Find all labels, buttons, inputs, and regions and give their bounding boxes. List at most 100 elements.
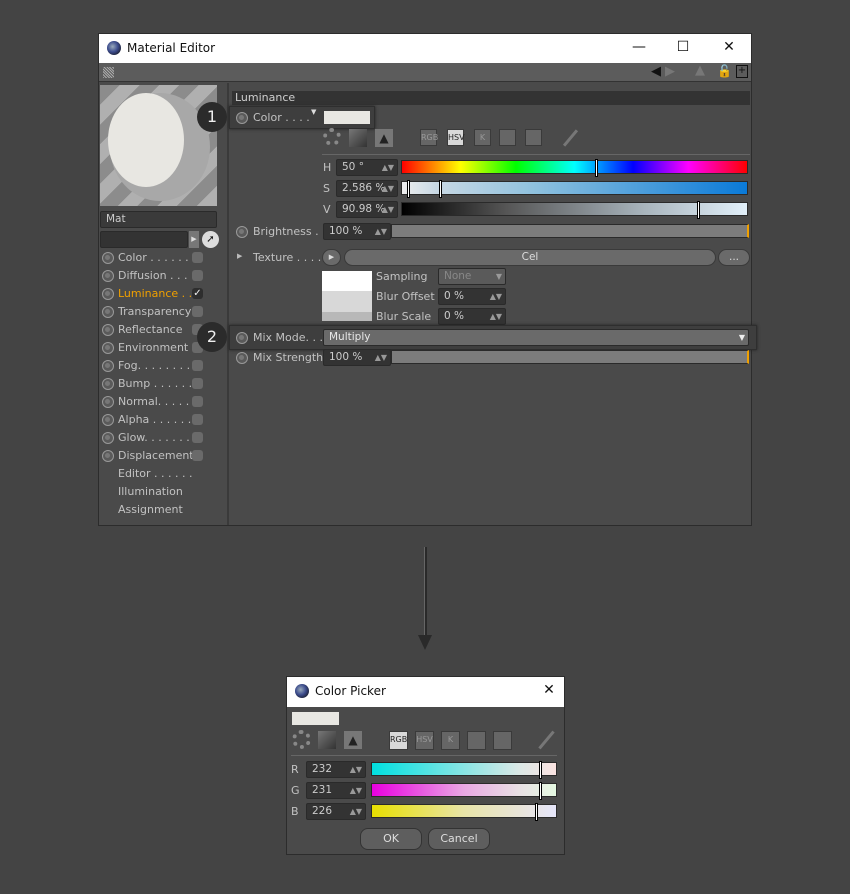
red-slider[interactable] <box>371 761 557 779</box>
channel-item[interactable]: Bump . . . . . . <box>118 377 192 390</box>
hue-slider[interactable] <box>401 159 748 177</box>
color-animate-radio[interactable] <box>236 112 248 124</box>
channel-animate-radio[interactable] <box>102 270 114 282</box>
spinner-icon[interactable]: ▲▼ <box>490 289 502 304</box>
close-button[interactable]: ✕ <box>539 682 559 698</box>
swatches-icon[interactable] <box>525 129 542 146</box>
image-picker-icon[interactable]: ▲ <box>344 731 362 749</box>
channel-item[interactable]: Displacement <box>118 449 194 462</box>
color-wheel-icon[interactable] <box>292 730 311 749</box>
mix-strength-animate-radio[interactable] <box>236 352 248 364</box>
channel-item[interactable]: Luminance . . <box>118 287 192 300</box>
spinner-icon[interactable]: ▲▼ <box>382 202 394 217</box>
channel-checkbox[interactable]: ✓ <box>192 288 203 299</box>
channel-item[interactable]: Glow. . . . . . . <box>118 431 190 444</box>
color-dropdown-arrow[interactable]: ▼ <box>311 108 316 116</box>
channel-animate-radio[interactable] <box>102 342 114 354</box>
channel-animate-radio[interactable] <box>102 360 114 372</box>
channel-animate-radio[interactable] <box>102 450 114 462</box>
spinner-icon[interactable]: ▲▼ <box>490 309 502 324</box>
channel-item[interactable]: Reflectance <box>118 323 183 336</box>
up-arrow-icon[interactable]: ▲ <box>695 63 705 78</box>
channel-animate-radio[interactable] <box>102 432 114 444</box>
close-button[interactable]: ✕ <box>719 39 739 55</box>
color-swatch[interactable] <box>292 712 339 725</box>
color-swatch[interactable] <box>324 111 370 124</box>
slider-handle[interactable] <box>407 180 410 198</box>
swatches-icon[interactable] <box>493 731 512 750</box>
spectrum-icon[interactable] <box>318 731 336 749</box>
cancel-button[interactable]: Cancel <box>428 828 490 850</box>
spinner-icon[interactable]: ▲▼ <box>350 783 362 798</box>
blue-slider[interactable] <box>371 803 557 821</box>
channel-animate-radio[interactable] <box>102 324 114 336</box>
channel-item[interactable]: Environment <box>118 341 188 354</box>
saturation-slider[interactable] <box>401 180 748 198</box>
image-picker-icon[interactable]: ▲ <box>375 129 393 147</box>
channel-checkbox[interactable] <box>192 378 203 389</box>
sampling-dropdown[interactable]: None ▼ <box>438 268 506 285</box>
color-wheel-icon[interactable] <box>323 128 341 146</box>
mix-mode-dropdown[interactable]: Multiply ▼ <box>323 329 749 346</box>
mixer-icon[interactable] <box>499 129 516 146</box>
material-preview[interactable] <box>100 85 217 206</box>
channel-item[interactable]: Transparency <box>118 305 191 318</box>
channel-item[interactable]: Color . . . . . . <box>118 251 189 264</box>
layer-arrow-button[interactable]: ▶ <box>189 231 199 248</box>
slider-handle[interactable] <box>697 201 700 219</box>
kelvin-mode-button[interactable]: K <box>474 129 491 146</box>
texture-expand-arrow[interactable]: ▶ <box>237 252 242 260</box>
eyedropper-icon[interactable] <box>562 129 579 147</box>
channel-item[interactable]: Editor . . . . . . <box>118 467 193 480</box>
hsv-mode-button[interactable]: HSV <box>447 129 465 146</box>
mix-mode-animate-radio[interactable] <box>236 332 248 344</box>
s-field[interactable]: 2.586 % ▲▼ <box>336 180 398 197</box>
channel-animate-radio[interactable] <box>102 306 114 318</box>
channel-animate-radio[interactable] <box>102 252 114 264</box>
channel-checkbox[interactable] <box>192 360 203 371</box>
slider-handle[interactable] <box>535 803 538 821</box>
slider-handle[interactable] <box>595 159 598 177</box>
maximize-button[interactable]: ☐ <box>673 39 693 55</box>
eyedropper-icon[interactable] <box>538 730 555 750</box>
spectrum-icon[interactable] <box>349 129 367 147</box>
channel-checkbox[interactable] <box>192 306 203 317</box>
kelvin-mode-button[interactable]: K <box>441 731 460 750</box>
spinner-icon[interactable]: ▲▼ <box>350 804 362 819</box>
mix-strength-slider[interactable] <box>391 350 749 364</box>
texture-more-button[interactable]: ... <box>718 249 750 266</box>
spinner-icon[interactable]: ▲▼ <box>350 762 362 777</box>
spinner-icon[interactable]: ▲▼ <box>382 181 394 196</box>
ok-button[interactable]: OK <box>360 828 422 850</box>
channel-item[interactable]: Fog. . . . . . . . <box>118 359 190 372</box>
channel-checkbox[interactable] <box>192 252 203 263</box>
rgb-mode-button[interactable]: RGB <box>389 731 408 750</box>
blur-offset-field[interactable]: 0 % ▲▼ <box>438 288 506 305</box>
g-field[interactable]: 231 ▲▼ <box>306 782 366 799</box>
mix-strength-field[interactable]: 100 % ▲▼ <box>323 349 391 366</box>
hsv-mode-button[interactable]: HSV <box>415 731 434 750</box>
new-panel-icon[interactable]: + <box>736 65 748 78</box>
green-slider[interactable] <box>371 782 557 800</box>
v-field[interactable]: 90.98 % ▲▼ <box>336 201 398 218</box>
brightness-slider[interactable] <box>391 224 749 238</box>
spinner-icon[interactable]: ▲▼ <box>382 160 394 175</box>
channel-item[interactable]: Alpha . . . . . . <box>118 413 191 426</box>
back-arrow-icon[interactable]: ◀ <box>651 64 661 79</box>
channel-animate-radio[interactable] <box>102 414 114 426</box>
channel-animate-radio[interactable] <box>102 378 114 390</box>
r-field[interactable]: 232 ▲▼ <box>306 761 366 778</box>
pick-cursor-icon[interactable]: ➚ <box>202 231 219 248</box>
brightness-animate-radio[interactable] <box>236 226 248 238</box>
channel-checkbox[interactable] <box>192 396 203 407</box>
texture-menu-button[interactable]: ▶ <box>322 249 341 266</box>
channel-checkbox[interactable] <box>192 414 203 425</box>
h-field[interactable]: 50 ° ▲▼ <box>336 159 398 176</box>
layer-field[interactable] <box>100 231 188 248</box>
channel-item[interactable]: Illumination <box>118 485 183 498</box>
spinner-icon[interactable]: ▲▼ <box>375 350 387 365</box>
minimize-button[interactable]: — <box>629 39 649 55</box>
b-field[interactable]: 226 ▲▼ <box>306 803 366 820</box>
channel-checkbox[interactable] <box>192 450 203 461</box>
lock-icon[interactable]: 🔓 <box>717 64 732 78</box>
